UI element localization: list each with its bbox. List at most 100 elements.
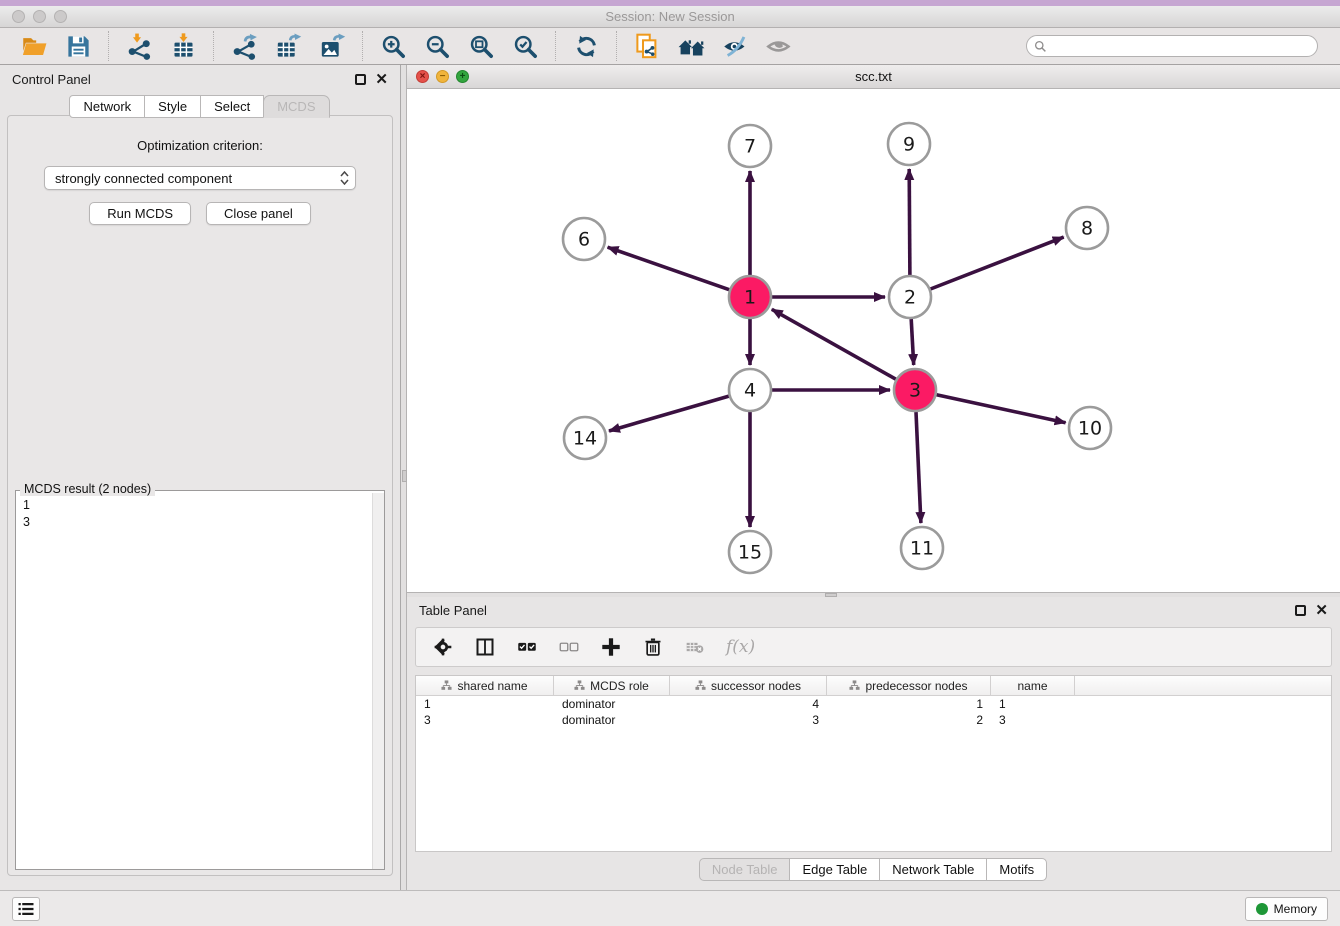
delete-row-button[interactable] <box>642 636 664 658</box>
graph-edge-3-10[interactable] <box>937 395 1066 423</box>
graph-edge-1-6[interactable] <box>608 247 730 290</box>
table-toolbar: f(x) <box>415 627 1332 667</box>
search-field[interactable] <box>1026 35 1318 57</box>
toolbar-separator <box>362 31 363 61</box>
graph-edge-2-8[interactable] <box>931 237 1064 289</box>
add-row-button[interactable] <box>600 636 622 658</box>
optimization-criterion-dropdown[interactable]: strongly connected component <box>44 166 356 190</box>
close-panel-button[interactable]: Close panel <box>206 202 311 225</box>
table-row[interactable]: 3dominator323 <box>416 712 1331 728</box>
import-table-icon <box>170 33 197 60</box>
zoom-selected-button[interactable] <box>510 31 540 61</box>
table-cell[interactable]: dominator <box>554 713 670 727</box>
tab-mcds[interactable]: MCDS <box>263 95 329 118</box>
column-attribute-icon <box>441 680 452 691</box>
tab-select[interactable]: Select <box>200 95 264 118</box>
zoom-out-button[interactable] <box>422 31 452 61</box>
graph-node-10[interactable]: 10 <box>1069 407 1111 449</box>
graph-edge-2-3[interactable] <box>911 319 914 365</box>
float-panel-icon[interactable] <box>355 74 366 85</box>
table-cell[interactable]: 3 <box>991 713 1075 727</box>
table-settings-button[interactable] <box>432 636 454 658</box>
column-header-predecessor-nodes[interactable]: predecessor nodes <box>827 676 991 695</box>
graph-node-2[interactable]: 2 <box>889 276 931 318</box>
window-titlebar: Session: New Session <box>0 6 1340 28</box>
mcds-result-line: 3 <box>23 514 365 531</box>
float-panel-icon[interactable] <box>1295 605 1306 616</box>
table-cell[interactable]: 1 <box>827 697 991 711</box>
panel-splitter-vertical[interactable] <box>400 65 407 890</box>
duplicate-network-button[interactable] <box>632 31 662 61</box>
column-header-mcds-role[interactable]: MCDS role <box>554 676 670 695</box>
graph-node-14[interactable]: 14 <box>564 417 606 459</box>
zoom-in-button[interactable] <box>378 31 408 61</box>
mcds-result-list[interactable]: 13 <box>16 493 372 869</box>
tab-network-table[interactable]: Network Table <box>879 858 987 881</box>
graph-node-15[interactable]: 15 <box>729 531 771 573</box>
hide-selected-button[interactable] <box>720 31 750 61</box>
tab-network[interactable]: Network <box>69 95 145 118</box>
export-table-button[interactable] <box>273 31 303 61</box>
tab-edge-table[interactable]: Edge Table <box>789 858 880 881</box>
search-input[interactable] <box>1047 37 1317 55</box>
delete-table-button[interactable] <box>684 636 706 658</box>
column-header-successor-nodes[interactable]: successor nodes <box>670 676 827 695</box>
import-network-button[interactable] <box>124 31 154 61</box>
graph-edge-2-9[interactable] <box>909 169 910 275</box>
table-cell[interactable]: 3 <box>416 713 554 727</box>
close-panel-icon[interactable]: ✕ <box>375 74 388 85</box>
save-session-button[interactable] <box>63 31 93 61</box>
table-cell[interactable]: 4 <box>670 697 827 711</box>
graph-node-label: 14 <box>573 428 597 450</box>
network-graph[interactable]: 7 9 6 8 1 2 4 3 14 10 15 11 <box>407 89 1340 592</box>
graph-node-8[interactable]: 8 <box>1066 207 1108 249</box>
graph-node-7[interactable]: 7 <box>729 125 771 167</box>
zoom-fit-button[interactable] <box>466 31 496 61</box>
first-neighbors-button[interactable] <box>676 31 706 61</box>
select-all-button[interactable] <box>516 636 538 658</box>
table-panel-header: Table Panel ✕ <box>407 597 1340 623</box>
memory-button[interactable]: Memory <box>1245 897 1328 921</box>
column-header-name[interactable]: name <box>991 676 1075 695</box>
export-image-button[interactable] <box>317 31 347 61</box>
table-panel: Table Panel ✕ f(x) shared nameMCDS roles… <box>407 597 1340 890</box>
mcds-result-box: MCDS result (2 nodes) 13 <box>15 490 385 870</box>
tab-style[interactable]: Style <box>144 95 201 118</box>
table-cell[interactable]: dominator <box>554 697 670 711</box>
column-attribute-icon <box>574 680 585 691</box>
window-title: Session: New Session <box>0 9 1340 24</box>
tab-node-table[interactable]: Node Table <box>699 858 791 881</box>
table-cell[interactable]: 3 <box>670 713 827 727</box>
column-header-shared-name[interactable]: shared name <box>416 676 554 695</box>
graph-node-4[interactable]: 4 <box>729 369 771 411</box>
toolbar-separator <box>616 31 617 61</box>
column-visibility-button[interactable] <box>474 636 496 658</box>
table-cell[interactable]: 1 <box>991 697 1075 711</box>
import-table-button[interactable] <box>168 31 198 61</box>
close-panel-icon[interactable]: ✕ <box>1315 605 1328 616</box>
graph-edge-4-14[interactable] <box>609 396 729 431</box>
zoom-selected-icon <box>512 33 539 60</box>
task-history-button[interactable] <box>12 897 40 921</box>
run-mcds-button[interactable]: Run MCDS <box>89 202 191 225</box>
graph-node-11[interactable]: 11 <box>901 527 943 569</box>
table-cell[interactable]: 2 <box>827 713 991 727</box>
column-header-label: predecessor nodes <box>865 679 967 693</box>
open-session-button[interactable] <box>19 31 49 61</box>
graph-edge-3-1[interactable] <box>772 309 896 379</box>
function-builder-button[interactable]: f(x) <box>726 637 755 657</box>
tab-motifs[interactable]: Motifs <box>986 858 1047 881</box>
show-all-button[interactable] <box>764 31 794 61</box>
table-row[interactable]: 1dominator411 <box>416 696 1331 712</box>
graph-node-9[interactable]: 9 <box>888 123 930 165</box>
graph-edge-3-11[interactable] <box>916 412 921 523</box>
apply-layout-button[interactable] <box>571 31 601 61</box>
export-network-button[interactable] <box>229 31 259 61</box>
deselect-all-button[interactable] <box>558 636 580 658</box>
graph-node-1[interactable]: 1 <box>729 276 771 318</box>
graph-node-3[interactable]: 3 <box>894 369 936 411</box>
mcds-result-line: 1 <box>23 497 365 514</box>
result-scrollbar[interactable] <box>372 493 384 869</box>
graph-node-6[interactable]: 6 <box>563 218 605 260</box>
table-cell[interactable]: 1 <box>416 697 554 711</box>
